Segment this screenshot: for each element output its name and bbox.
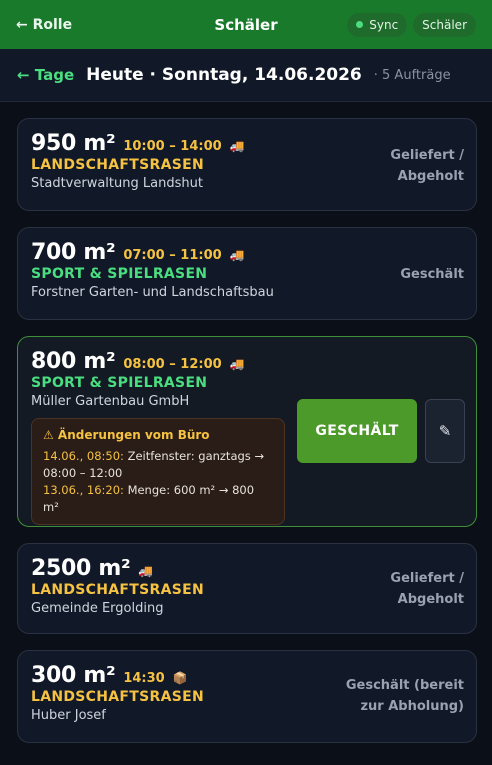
header-actions: Sync Schäler bbox=[347, 12, 476, 37]
order-status-line: Abgeholt bbox=[397, 169, 464, 184]
edit-order-button[interactable]: ✎ bbox=[425, 399, 465, 463]
back-to-days-button[interactable]: ← Tage bbox=[17, 66, 74, 84]
order-time-window: 14:30 bbox=[123, 671, 165, 686]
order-card[interactable]: 950 m² 10:00 – 14:00 🚚 LANDSCHAFTSRASEN … bbox=[17, 118, 477, 211]
order-card[interactable]: 300 m² 14:30 📦 LANDSCHAFTSRASEN Huber Jo… bbox=[17, 650, 477, 743]
order-quantity: 2500 m² bbox=[31, 556, 131, 581]
order-status: Geschält bbox=[400, 264, 464, 285]
order-time-window: 07:00 – 11:00 bbox=[123, 248, 222, 263]
order-time-window: 08:00 – 12:00 bbox=[123, 357, 222, 372]
app-header: ← Rolle Schäler Sync Schäler bbox=[0, 0, 492, 49]
change-timestamp: 13.06., 16:20: bbox=[43, 483, 124, 497]
order-status: Geliefert / Abgeholt bbox=[390, 568, 464, 610]
truck-icon: 🚚 bbox=[229, 248, 245, 262]
package-icon: 📦 bbox=[172, 671, 188, 685]
truck-icon: 🚚 bbox=[138, 564, 154, 578]
back-to-role-button[interactable]: ← Rolle bbox=[16, 17, 72, 33]
day-navigation: ← Tage Heute · Sonntag, 14.06.2026 · 5 A… bbox=[0, 49, 492, 102]
order-quantity: 300 m² bbox=[31, 663, 116, 688]
order-product: SPORT & SPIELRASEN bbox=[31, 266, 208, 282]
order-card-active[interactable]: 800 m² 08:00 – 12:00 🚚 SPORT & SPIELRASE… bbox=[17, 336, 477, 527]
pencil-icon: ✎ bbox=[438, 422, 452, 440]
order-time-window: 10:00 – 14:00 bbox=[123, 139, 222, 154]
sync-status-badge[interactable]: Sync bbox=[347, 12, 408, 37]
current-date-label: Heute · Sonntag, 14.06.2026 bbox=[86, 65, 362, 85]
truck-icon: 🚚 bbox=[229, 139, 245, 153]
change-entry: 14.06., 08:50: Zeitfenster: ganztags → 0… bbox=[43, 448, 273, 482]
order-status-line: zur Abholung) bbox=[360, 699, 464, 714]
office-changes-title: ⚠ Änderungen vom Büro bbox=[43, 428, 210, 442]
order-count-label: · 5 Aufträge bbox=[373, 67, 451, 83]
order-status: Geschält (bereit zur Abholung) bbox=[346, 675, 464, 717]
order-card[interactable]: 2500 m² 🚚 LANDSCHAFTSRASEN Gemeinde Ergo… bbox=[17, 543, 477, 634]
mark-peeled-button[interactable]: GESCHÄLT bbox=[297, 399, 417, 463]
order-status-line: Geschält bbox=[400, 267, 464, 282]
order-status-line: Geliefert / bbox=[390, 148, 464, 163]
office-changes-box: ⚠ Änderungen vom Büro 14.06., 08:50: Zei… bbox=[31, 418, 285, 525]
sync-label: Sync bbox=[369, 17, 399, 32]
order-product: SPORT & SPIELRASEN bbox=[31, 375, 208, 391]
order-customer: Forstner Garten- und Landschaftsbau bbox=[31, 285, 274, 300]
order-status-line: Geschält (bereit bbox=[345, 678, 464, 693]
order-quantity: 950 m² bbox=[31, 131, 116, 156]
change-timestamp: 14.06., 08:50: bbox=[43, 449, 124, 463]
sync-indicator-icon bbox=[356, 21, 364, 28]
order-quantity: 700 m² bbox=[31, 240, 116, 265]
order-status-line: Abgeholt bbox=[397, 592, 464, 607]
change-entry: 13.06., 16:20: Menge: 600 m² → 800 m² bbox=[43, 482, 273, 516]
order-status-line: Geliefert / bbox=[390, 571, 464, 586]
role-badge[interactable]: Schäler bbox=[413, 12, 476, 37]
truck-icon: 🚚 bbox=[229, 357, 245, 371]
order-status: Geliefert / Abgeholt bbox=[390, 145, 464, 187]
order-quantity: 800 m² bbox=[31, 349, 116, 374]
order-card[interactable]: 700 m² 07:00 – 11:00 🚚 SPORT & SPIELRASE… bbox=[17, 227, 477, 320]
